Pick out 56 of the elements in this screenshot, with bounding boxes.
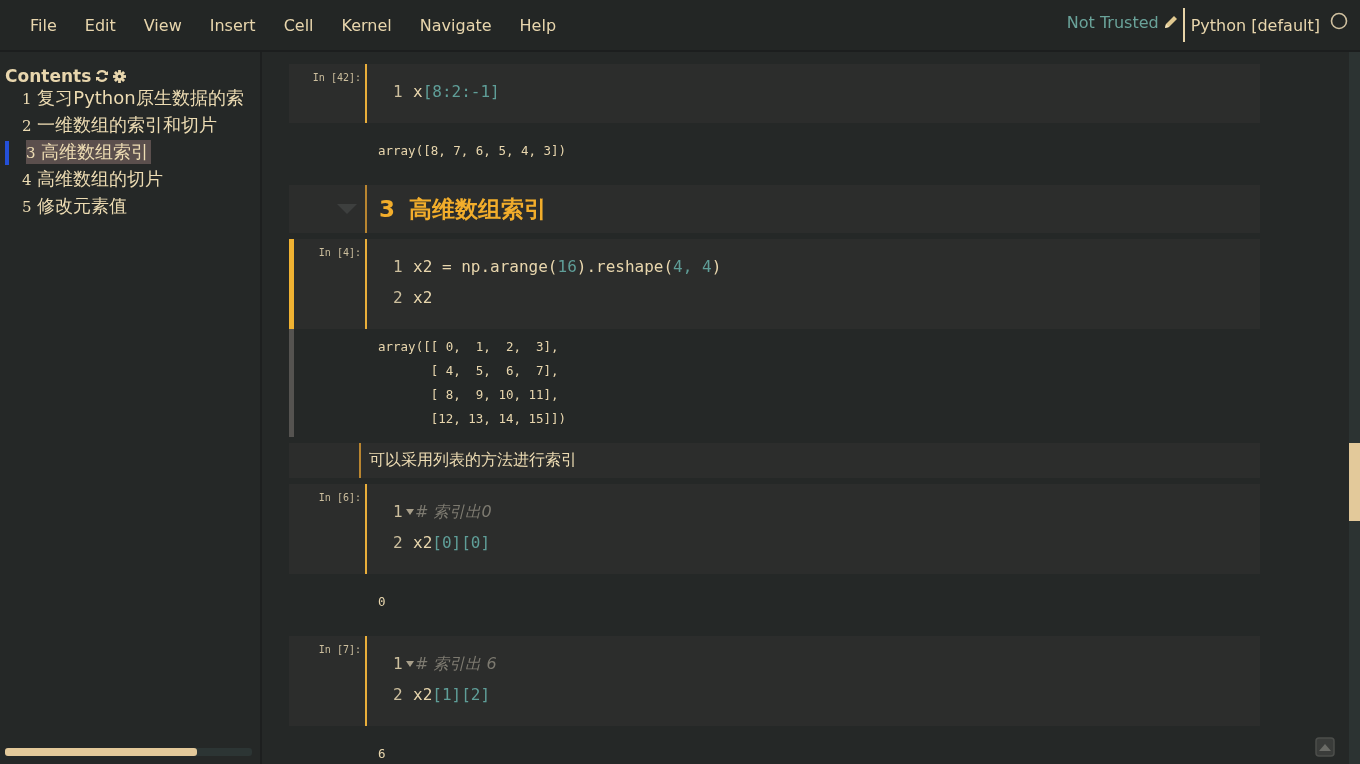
code-editor[interactable]: 1 x2 = np.arange(16).reshape(4, 4) 2 x2	[365, 239, 1260, 329]
line-number: 1	[393, 653, 404, 675]
cell-output: array([8, 7, 6, 5, 4, 3])	[378, 142, 567, 160]
menu-item[interactable]: View	[129, 15, 196, 35]
input-prompt: In [42]:	[311, 71, 362, 85]
code-line: x2	[413, 287, 433, 309]
code-line: x2 = np.arange(16).reshape(4, 4)	[413, 256, 722, 278]
kernel-name[interactable]: Python [default]	[1190, 15, 1320, 35]
code-line: # 索引出0	[415, 501, 492, 523]
toc-item[interactable]: 3 高维数组索引	[0, 140, 260, 167]
input-prompt: In [4]:	[317, 246, 362, 260]
code-cell[interactable]: In [4]: 1 x2 = np.arange(16).reshape(4, 4) 2 x2 array([[ 0, 1, 2, 3], [ 4, 5, 6, 7], [ 8, 9, 10, 11], [12, 13, 14, 15]])	[289, 239, 1260, 437]
settings-icon[interactable]	[113, 69, 127, 83]
cell-output: 6	[378, 745, 386, 763]
refresh-icon[interactable]	[95, 69, 110, 83]
line-number: 2	[393, 532, 404, 554]
line-number: 1	[393, 501, 404, 523]
toc-item[interactable]: 1 复习Python原生数据的索	[0, 86, 260, 113]
pencil-icon[interactable]	[1162, 14, 1179, 30]
scroll-to-top-icon[interactable]	[1315, 737, 1335, 757]
horizontal-scrollbar[interactable]	[5, 748, 252, 756]
menu-item[interactable]: Insert	[195, 15, 270, 35]
input-prompt: In [6]:	[317, 491, 362, 505]
kernel-idle-icon	[1330, 12, 1348, 30]
line-number: 1	[393, 256, 404, 278]
menu-item[interactable]: Navigate	[405, 15, 506, 35]
vertical-scrollbar[interactable]	[1349, 443, 1360, 521]
code-editor[interactable]: 1 x[8:2:-1]	[365, 64, 1260, 123]
toc-title: Contents	[5, 66, 92, 86]
heading-text: 高维数组索引	[409, 194, 547, 224]
fold-arrow-icon[interactable]	[406, 660, 414, 667]
line-number: 2	[393, 684, 404, 706]
code-line: x2[0][0]	[413, 532, 491, 554]
fold-arrow-icon[interactable]	[406, 508, 414, 515]
heading-cell[interactable]: 3 高维数组索引	[289, 185, 1260, 233]
toc-item[interactable]: 4 高维数组的切片	[0, 167, 260, 194]
input-prompt: In [7]:	[317, 643, 362, 657]
menu-item[interactable]: Kernel	[327, 15, 406, 35]
line-number: 2	[393, 287, 404, 309]
toc-item[interactable]: 5 修改元素值	[0, 194, 260, 221]
trust-status[interactable]: Not Trusted	[1066, 12, 1159, 32]
heading-number: 3	[379, 196, 395, 222]
markdown-cell[interactable]: 可以采用列表的方法进行索引	[289, 443, 1260, 478]
code-line: x2[1][2]	[413, 684, 491, 706]
line-number: 1	[393, 81, 404, 103]
code-line: # 索引出 6	[415, 653, 497, 675]
menu-item[interactable]: Edit	[70, 15, 130, 35]
cell-output: array([[ 0, 1, 2, 3], [ 4, 5, 6, 7], [ 8, 9, 10, 11], [12, 13, 14, 15]])	[378, 338, 567, 428]
code-line: x[8:2:-1]	[413, 81, 500, 103]
toc-item[interactable]: 2 一维数组的索引和切片	[0, 113, 260, 140]
cell-output: 0	[378, 593, 386, 611]
menu-item[interactable]: Help	[505, 15, 571, 35]
code-editor[interactable]: 1 # 索引出 6 2 x2[1][2]	[365, 636, 1260, 726]
code-editor[interactable]: 1 # 索引出0 2 x2[0][0]	[365, 484, 1260, 574]
menu-item[interactable]: Cell	[269, 15, 328, 35]
menu-item[interactable]: File	[16, 15, 71, 35]
